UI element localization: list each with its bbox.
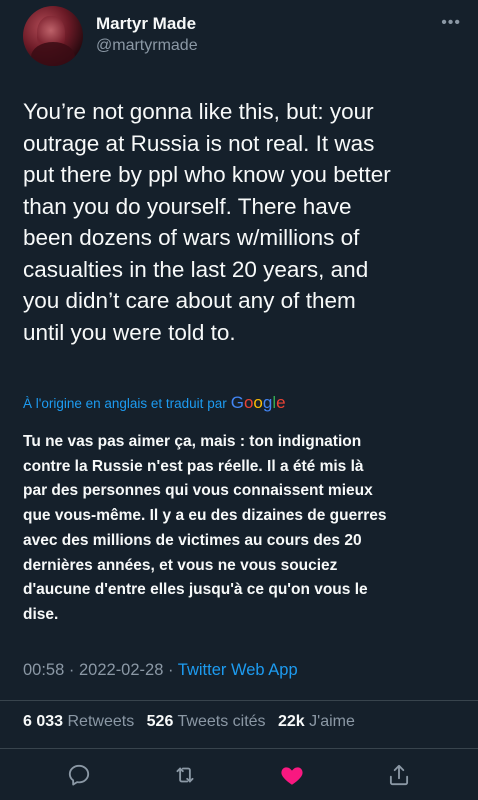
- meta-separator: ·: [68, 661, 75, 679]
- translation-attribution[interactable]: À l'origine en anglais et traduit par Go…: [23, 392, 463, 414]
- divider: [0, 700, 478, 701]
- tweet-header: Martyr Made @martyrmade •••: [23, 6, 463, 66]
- share-icon[interactable]: [386, 762, 412, 788]
- avatar[interactable]: [23, 6, 83, 66]
- author-handle[interactable]: @martyrmade: [96, 36, 198, 56]
- engagement-stats: 6 033 Retweets 526 Tweets cités 22k J'ai…: [23, 713, 363, 731]
- like-icon[interactable]: [279, 762, 305, 788]
- likes-stat[interactable]: 22k J'aime: [278, 713, 363, 730]
- retweets-stat[interactable]: 6 033 Retweets: [23, 713, 142, 730]
- quotes-stat[interactable]: 526 Tweets cités: [147, 713, 274, 730]
- reply-icon[interactable]: [66, 762, 92, 788]
- retweets-count: 6 033: [23, 713, 64, 730]
- author-names: Martyr Made @martyrmade: [96, 14, 198, 56]
- translation-label[interactable]: À l'origine en anglais et traduit par: [23, 396, 227, 411]
- google-logo: Google: [230, 393, 286, 412]
- more-options-icon[interactable]: •••: [441, 14, 461, 32]
- tweet-time[interactable]: 00:58: [23, 661, 64, 679]
- quotes-label: Tweets cités: [177, 713, 266, 730]
- translated-text: Tu ne vas pas aimer ça, mais : ton indig…: [23, 433, 387, 623]
- tweet-text: You’re not gonna like this, but: your ou…: [23, 99, 391, 345]
- tweet-date[interactable]: 2022-02-28: [79, 661, 163, 679]
- author-display-name[interactable]: Martyr Made: [96, 14, 198, 34]
- action-bar: [0, 756, 478, 792]
- likes-label: J'aime: [309, 713, 355, 730]
- likes-count: 22k: [278, 713, 305, 730]
- divider: [0, 748, 478, 749]
- retweets-label: Retweets: [67, 713, 135, 730]
- tweet-source[interactable]: Twitter Web App: [178, 661, 298, 679]
- retweet-icon[interactable]: [172, 762, 198, 788]
- tweet-meta: 00:58 · 2022-02-28 · Twitter Web App: [23, 661, 298, 680]
- quotes-count: 526: [146, 713, 174, 730]
- meta-separator-2: ·: [167, 661, 174, 679]
